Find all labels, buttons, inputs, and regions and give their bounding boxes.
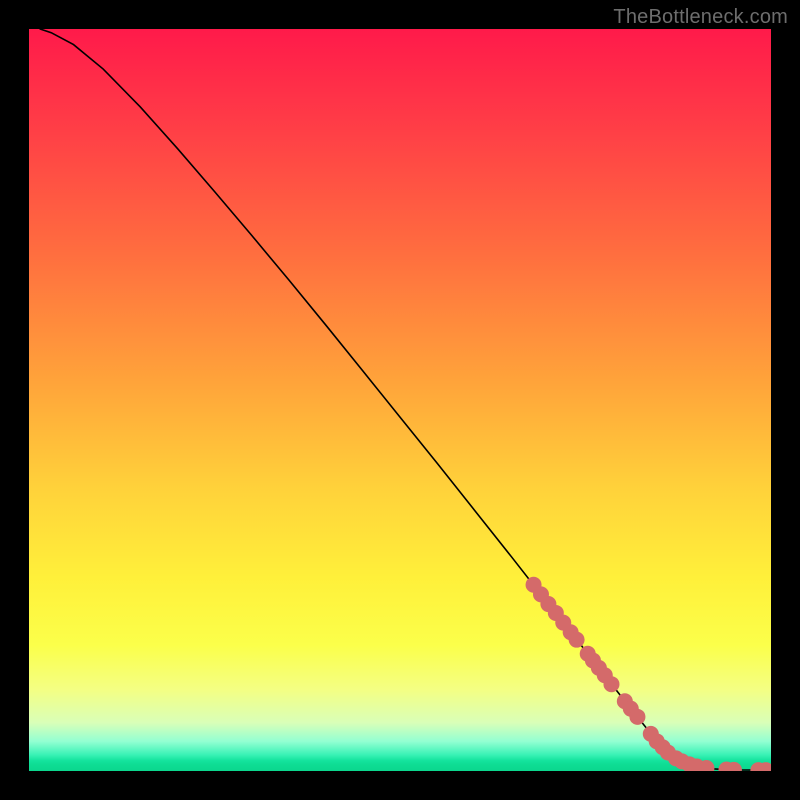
plot-area	[29, 29, 771, 771]
chart-stage: TheBottleneck.com	[0, 0, 800, 800]
data-point	[569, 632, 585, 648]
data-point	[629, 709, 645, 725]
curve-line	[40, 29, 771, 770]
data-point	[603, 676, 619, 692]
highlighted-points-group	[526, 577, 771, 771]
chart-overlay	[29, 29, 771, 771]
watermark-text: TheBottleneck.com	[613, 6, 788, 29]
